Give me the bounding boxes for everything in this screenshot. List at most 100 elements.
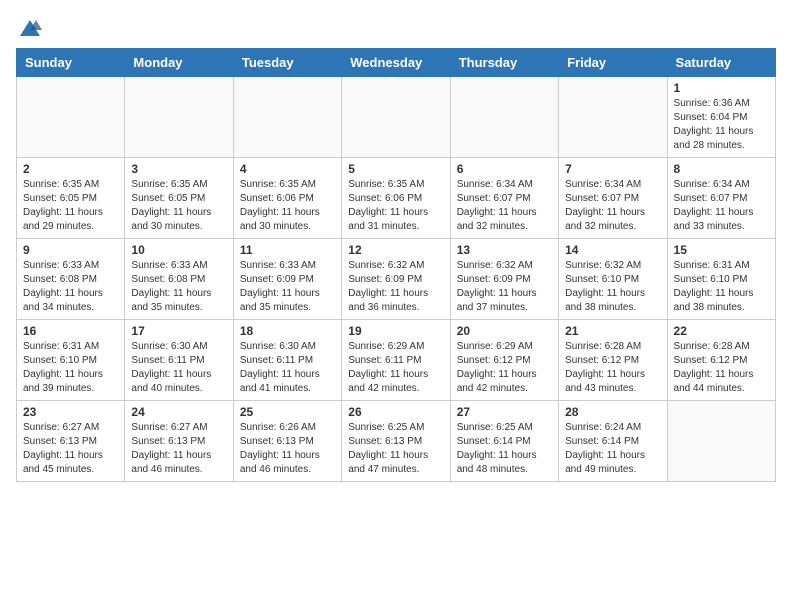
day-info: Sunrise: 6:29 AM Sunset: 6:12 PM Dayligh…	[457, 340, 552, 396]
calendar-cell: 28 Sunrise: 6:24 AM Sunset: 6:14 PM Dayli…	[559, 401, 667, 482]
day-number: 23	[23, 405, 118, 419]
day-number: 4	[240, 162, 335, 176]
calendar: SundayMondayTuesdayWednesdayThursdayFrid…	[16, 48, 776, 482]
day-number: 20	[457, 324, 552, 338]
day-header-wednesday: Wednesday	[342, 49, 450, 77]
day-info: Sunrise: 6:30 AM Sunset: 6:11 PM Dayligh…	[131, 340, 226, 396]
day-number: 28	[565, 405, 660, 419]
day-info: Sunrise: 6:32 AM Sunset: 6:10 PM Dayligh…	[565, 259, 660, 315]
calendar-cell: 17Sunrise: 6:30 AM Sunset: 6:11 PM Dayli…	[125, 320, 233, 401]
calendar-cell: 13 Sunrise: 6:32 AM Sunset: 6:09 PM Dayli…	[450, 239, 558, 320]
day-info: Sunrise: 6:29 AM Sunset: 6:11 PM Dayligh…	[348, 340, 443, 396]
day-number: 25	[240, 405, 335, 419]
calendar-cell: 12Sunrise: 6:32 AM Sunset: 6:09 PM Dayli…	[342, 239, 450, 320]
calendar-cell	[342, 77, 450, 158]
day-number: 14	[565, 243, 660, 257]
day-number: 2	[23, 162, 118, 176]
calendar-cell: 5 Sunrise: 6:35 AM Sunset: 6:06 PM Daylig…	[342, 158, 450, 239]
calendar-week-row: 16 Sunrise: 6:31 AM Sunset: 6:10 PM Dayli…	[17, 320, 776, 401]
calendar-cell: 3 Sunrise: 6:35 AM Sunset: 6:05 PM Daylig…	[125, 158, 233, 239]
calendar-week-row: 1Sunrise: 6:36 AM Sunset: 6:04 PM Daylig…	[17, 77, 776, 158]
calendar-cell: 21Sunrise: 6:28 AM Sunset: 6:12 PM Dayli…	[559, 320, 667, 401]
day-info: Sunrise: 6:31 AM Sunset: 6:10 PM Dayligh…	[674, 259, 769, 315]
day-number: 16	[23, 324, 118, 338]
day-number: 6	[457, 162, 552, 176]
calendar-cell: 18 Sunrise: 6:30 AM Sunset: 6:11 PM Dayli…	[233, 320, 341, 401]
day-info: Sunrise: 6:26 AM Sunset: 6:13 PM Dayligh…	[240, 421, 335, 477]
calendar-cell: 27 Sunrise: 6:25 AM Sunset: 6:14 PM Dayli…	[450, 401, 558, 482]
calendar-cell: 16 Sunrise: 6:31 AM Sunset: 6:10 PM Dayli…	[17, 320, 125, 401]
calendar-cell: 6 Sunrise: 6:34 AM Sunset: 6:07 PM Daylig…	[450, 158, 558, 239]
day-info: Sunrise: 6:27 AM Sunset: 6:13 PM Dayligh…	[131, 421, 226, 477]
day-header-thursday: Thursday	[450, 49, 558, 77]
day-info: Sunrise: 6:35 AM Sunset: 6:05 PM Dayligh…	[23, 178, 118, 234]
day-header-friday: Friday	[559, 49, 667, 77]
day-info: Sunrise: 6:35 AM Sunset: 6:06 PM Dayligh…	[240, 178, 335, 234]
day-number: 15	[674, 243, 769, 257]
calendar-cell: 4 Sunrise: 6:35 AM Sunset: 6:06 PM Daylig…	[233, 158, 341, 239]
day-number: 26	[348, 405, 443, 419]
day-info: Sunrise: 6:34 AM Sunset: 6:07 PM Dayligh…	[674, 178, 769, 234]
header	[16, 16, 776, 40]
calendar-week-row: 2 Sunrise: 6:35 AM Sunset: 6:05 PM Daylig…	[17, 158, 776, 239]
day-number: 13	[457, 243, 552, 257]
day-info: Sunrise: 6:34 AM Sunset: 6:07 PM Dayligh…	[565, 178, 660, 234]
day-header-sunday: Sunday	[17, 49, 125, 77]
logo-icon	[18, 16, 42, 40]
calendar-cell	[125, 77, 233, 158]
calendar-cell: 9 Sunrise: 6:33 AM Sunset: 6:08 PM Daylig…	[17, 239, 125, 320]
calendar-cell: 1Sunrise: 6:36 AM Sunset: 6:04 PM Daylig…	[667, 77, 775, 158]
calendar-cell: 11Sunrise: 6:33 AM Sunset: 6:09 PM Dayli…	[233, 239, 341, 320]
day-info: Sunrise: 6:28 AM Sunset: 6:12 PM Dayligh…	[565, 340, 660, 396]
day-number: 3	[131, 162, 226, 176]
day-info: Sunrise: 6:35 AM Sunset: 6:05 PM Dayligh…	[131, 178, 226, 234]
calendar-cell: 14 Sunrise: 6:32 AM Sunset: 6:10 PM Dayli…	[559, 239, 667, 320]
day-number: 22	[674, 324, 769, 338]
day-info: Sunrise: 6:34 AM Sunset: 6:07 PM Dayligh…	[457, 178, 552, 234]
calendar-cell: 25 Sunrise: 6:26 AM Sunset: 6:13 PM Dayli…	[233, 401, 341, 482]
calendar-cell: 24 Sunrise: 6:27 AM Sunset: 6:13 PM Dayli…	[125, 401, 233, 482]
calendar-cell: 20 Sunrise: 6:29 AM Sunset: 6:12 PM Dayli…	[450, 320, 558, 401]
day-info: Sunrise: 6:24 AM Sunset: 6:14 PM Dayligh…	[565, 421, 660, 477]
day-number: 19	[348, 324, 443, 338]
day-number: 27	[457, 405, 552, 419]
calendar-cell: 7 Sunrise: 6:34 AM Sunset: 6:07 PM Daylig…	[559, 158, 667, 239]
calendar-cell: 23 Sunrise: 6:27 AM Sunset: 6:13 PM Dayli…	[17, 401, 125, 482]
calendar-cell	[667, 401, 775, 482]
day-header-tuesday: Tuesday	[233, 49, 341, 77]
calendar-cell: 19 Sunrise: 6:29 AM Sunset: 6:11 PM Dayli…	[342, 320, 450, 401]
calendar-week-row: 23 Sunrise: 6:27 AM Sunset: 6:13 PM Dayli…	[17, 401, 776, 482]
calendar-cell: 8Sunrise: 6:34 AM Sunset: 6:07 PM Daylig…	[667, 158, 775, 239]
calendar-cell	[233, 77, 341, 158]
day-info: Sunrise: 6:25 AM Sunset: 6:14 PM Dayligh…	[457, 421, 552, 477]
day-info: Sunrise: 6:27 AM Sunset: 6:13 PM Dayligh…	[23, 421, 118, 477]
day-info: Sunrise: 6:25 AM Sunset: 6:13 PM Dayligh…	[348, 421, 443, 477]
day-header-monday: Monday	[125, 49, 233, 77]
day-number: 18	[240, 324, 335, 338]
calendar-cell	[17, 77, 125, 158]
calendar-cell	[450, 77, 558, 158]
calendar-week-row: 9 Sunrise: 6:33 AM Sunset: 6:08 PM Daylig…	[17, 239, 776, 320]
day-info: Sunrise: 6:28 AM Sunset: 6:12 PM Dayligh…	[674, 340, 769, 396]
day-info: Sunrise: 6:32 AM Sunset: 6:09 PM Dayligh…	[457, 259, 552, 315]
day-number: 9	[23, 243, 118, 257]
calendar-cell: 2 Sunrise: 6:35 AM Sunset: 6:05 PM Daylig…	[17, 158, 125, 239]
day-number: 11	[240, 243, 335, 257]
day-header-saturday: Saturday	[667, 49, 775, 77]
day-number: 10	[131, 243, 226, 257]
day-info: Sunrise: 6:33 AM Sunset: 6:08 PM Dayligh…	[131, 259, 226, 315]
day-number: 1	[674, 81, 769, 95]
day-number: 7	[565, 162, 660, 176]
day-number: 24	[131, 405, 226, 419]
day-number: 12	[348, 243, 443, 257]
calendar-cell: 22 Sunrise: 6:28 AM Sunset: 6:12 PM Dayli…	[667, 320, 775, 401]
day-info: Sunrise: 6:30 AM Sunset: 6:11 PM Dayligh…	[240, 340, 335, 396]
day-info: Sunrise: 6:35 AM Sunset: 6:06 PM Dayligh…	[348, 178, 443, 234]
calendar-cell: 26 Sunrise: 6:25 AM Sunset: 6:13 PM Dayli…	[342, 401, 450, 482]
day-info: Sunrise: 6:31 AM Sunset: 6:10 PM Dayligh…	[23, 340, 118, 396]
calendar-cell: 10 Sunrise: 6:33 AM Sunset: 6:08 PM Dayli…	[125, 239, 233, 320]
day-number: 5	[348, 162, 443, 176]
day-info: Sunrise: 6:33 AM Sunset: 6:08 PM Dayligh…	[23, 259, 118, 315]
calendar-cell	[559, 77, 667, 158]
logo	[16, 16, 42, 40]
